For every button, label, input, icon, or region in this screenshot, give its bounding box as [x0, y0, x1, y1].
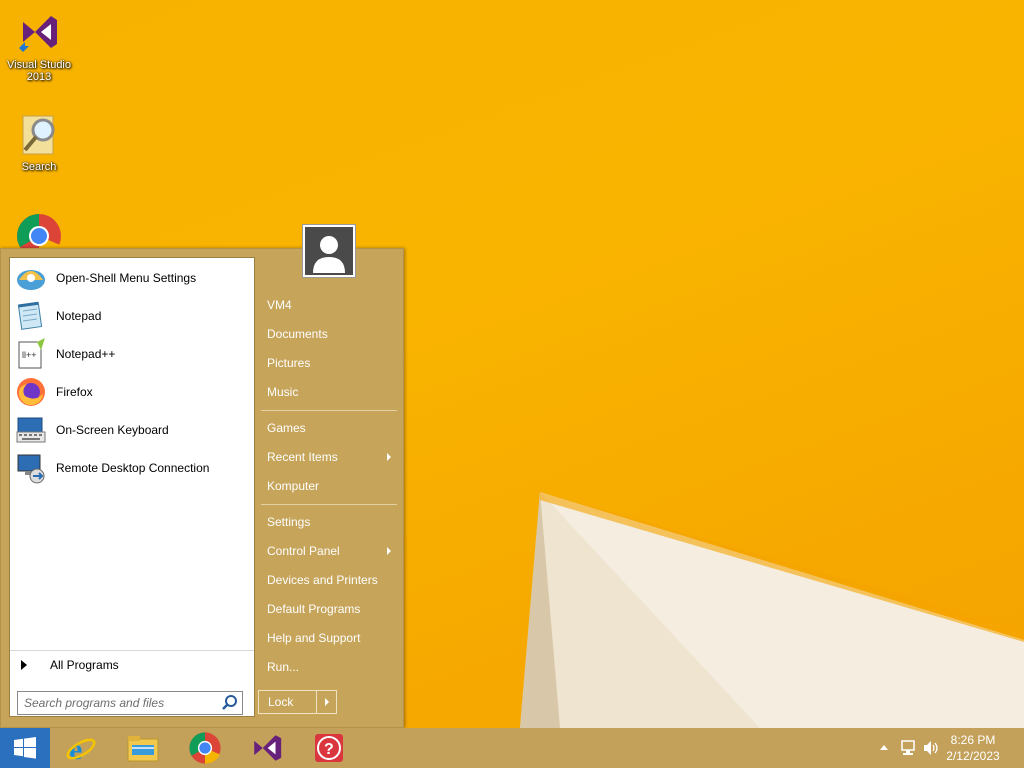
firefox-icon — [15, 376, 47, 408]
menu-item-label: Recent Items — [267, 449, 338, 464]
menu-item-label: Pictures — [267, 355, 311, 370]
menu-item-label: Settings — [267, 514, 311, 529]
open-shell-icon — [15, 262, 47, 294]
internet-explorer-icon: e — [66, 733, 96, 765]
menu-item-label: Run... — [267, 659, 300, 674]
menu-separator — [261, 504, 397, 505]
menu-item-label: Control Panel — [267, 543, 340, 558]
menu-item-label: VM4 — [267, 297, 292, 312]
chevron-right-icon — [324, 698, 329, 706]
menu-item-label: Devices and Printers — [267, 572, 378, 587]
menu-pictures[interactable]: Pictures — [259, 349, 399, 376]
user-avatar[interactable] — [302, 224, 356, 278]
menu-item-label: Default Programs — [267, 601, 361, 616]
all-programs-label: All Programs — [50, 657, 119, 672]
taskbar-chrome[interactable] — [176, 728, 234, 768]
system-tray: 8:26 PM 2/12/2023 — [864, 728, 1024, 768]
program-label: On-Screen Keyboard — [56, 423, 169, 437]
all-programs-button[interactable]: All Programs — [10, 650, 254, 678]
help-icon: ? — [315, 734, 343, 762]
program-remote-desktop[interactable]: Remote Desktop Connection — [10, 450, 254, 486]
search-programs-box[interactable] — [17, 691, 243, 715]
taskbar-help[interactable]: ? — [300, 728, 358, 768]
menu-documents[interactable]: Documents — [259, 320, 399, 347]
menu-default-programs[interactable]: Default Programs — [259, 595, 399, 622]
submenu-arrow-icon — [387, 452, 391, 461]
menu-computer[interactable]: Komputer — [259, 472, 399, 499]
menu-music[interactable]: Music — [259, 378, 399, 405]
visual-studio-icon — [19, 16, 57, 52]
windows-logo-icon — [14, 737, 36, 759]
menu-help-support[interactable]: Help and Support — [259, 624, 399, 651]
taskbar: e ? 8:26 PM 2/12/2023 — [0, 728, 1024, 768]
taskbar-visual-studio[interactable] — [238, 728, 296, 768]
file-explorer-icon — [127, 736, 159, 762]
program-notepad-plus-plus[interactable]: ll++ Notepad++ — [10, 336, 254, 372]
desktop-icon-visual-studio[interactable]: Visual Studio 2013 — [0, 8, 78, 83]
search-magnifier-icon — [22, 115, 55, 155]
program-label: Notepad — [56, 309, 102, 323]
notepad-icon — [15, 300, 47, 332]
network-icon[interactable] — [900, 740, 918, 756]
search-programs-input[interactable] — [18, 693, 220, 713]
keyboard-icon — [15, 414, 47, 446]
chrome-icon — [189, 732, 221, 764]
program-label: Remote Desktop Connection — [56, 461, 210, 475]
programs-pane: Open-Shell Menu Settings Notepad ll++ No… — [9, 257, 255, 717]
program-open-shell-settings[interactable]: Open-Shell Menu Settings — [10, 260, 254, 296]
svg-text:ll++: ll++ — [22, 350, 37, 360]
user-silhouette-icon — [313, 236, 345, 273]
clock[interactable]: 8:26 PM 2/12/2023 — [938, 732, 1008, 764]
menu-devices-printers[interactable]: Devices and Printers — [259, 566, 399, 593]
taskbar-internet-explorer[interactable]: e — [52, 728, 110, 768]
search-icon[interactable] — [220, 693, 240, 713]
program-notepad[interactable]: Notepad — [10, 298, 254, 334]
desktop-icon-label: Search — [21, 161, 57, 173]
clock-date: 2/12/2023 — [946, 749, 1000, 763]
desktop-icon-label: Visual Studio 2013 — [6, 59, 71, 83]
menu-settings[interactable]: Settings — [259, 508, 399, 535]
menu-recent-items[interactable]: Recent Items — [259, 443, 399, 470]
start-button[interactable] — [0, 728, 50, 768]
menu-item-label: Help and Support — [267, 630, 361, 645]
shutdown-options-button[interactable] — [316, 691, 336, 713]
menu-item-label: Games — [267, 420, 306, 435]
visual-studio-icon — [254, 735, 282, 761]
program-label: Firefox — [56, 385, 93, 399]
program-label: Open-Shell Menu Settings — [56, 271, 197, 285]
program-on-screen-keyboard[interactable]: On-Screen Keyboard — [10, 412, 254, 448]
menu-item-label: Documents — [267, 326, 328, 341]
menu-run[interactable]: Run... — [259, 653, 399, 680]
remote-desktop-icon — [15, 452, 47, 484]
menu-item-label: Music — [267, 384, 299, 399]
menu-item-label: Komputer — [267, 478, 320, 493]
notepad-plus-plus-icon: ll++ — [15, 338, 47, 370]
submenu-arrow-icon — [387, 546, 391, 555]
menu-control-panel[interactable]: Control Panel — [259, 537, 399, 564]
clock-time: 8:26 PM — [950, 733, 996, 747]
lock-label: Lock — [268, 695, 294, 709]
triangle-right-icon — [21, 659, 27, 670]
show-hidden-icons-chevron-icon[interactable] — [880, 745, 888, 750]
menu-separator — [261, 410, 397, 411]
menu-user-folder[interactable]: VM4 — [259, 291, 399, 318]
program-label: Notepad++ — [56, 347, 116, 361]
svg-text:?: ? — [324, 741, 334, 758]
program-firefox[interactable]: Firefox — [10, 374, 254, 410]
menu-games[interactable]: Games — [259, 414, 399, 441]
start-menu: Open-Shell Menu Settings Notepad ll++ No… — [0, 224, 404, 728]
desktop-icon-search[interactable]: Search — [0, 110, 78, 173]
taskbar-file-explorer[interactable] — [114, 728, 172, 768]
lock-button[interactable]: Lock — [258, 690, 337, 714]
